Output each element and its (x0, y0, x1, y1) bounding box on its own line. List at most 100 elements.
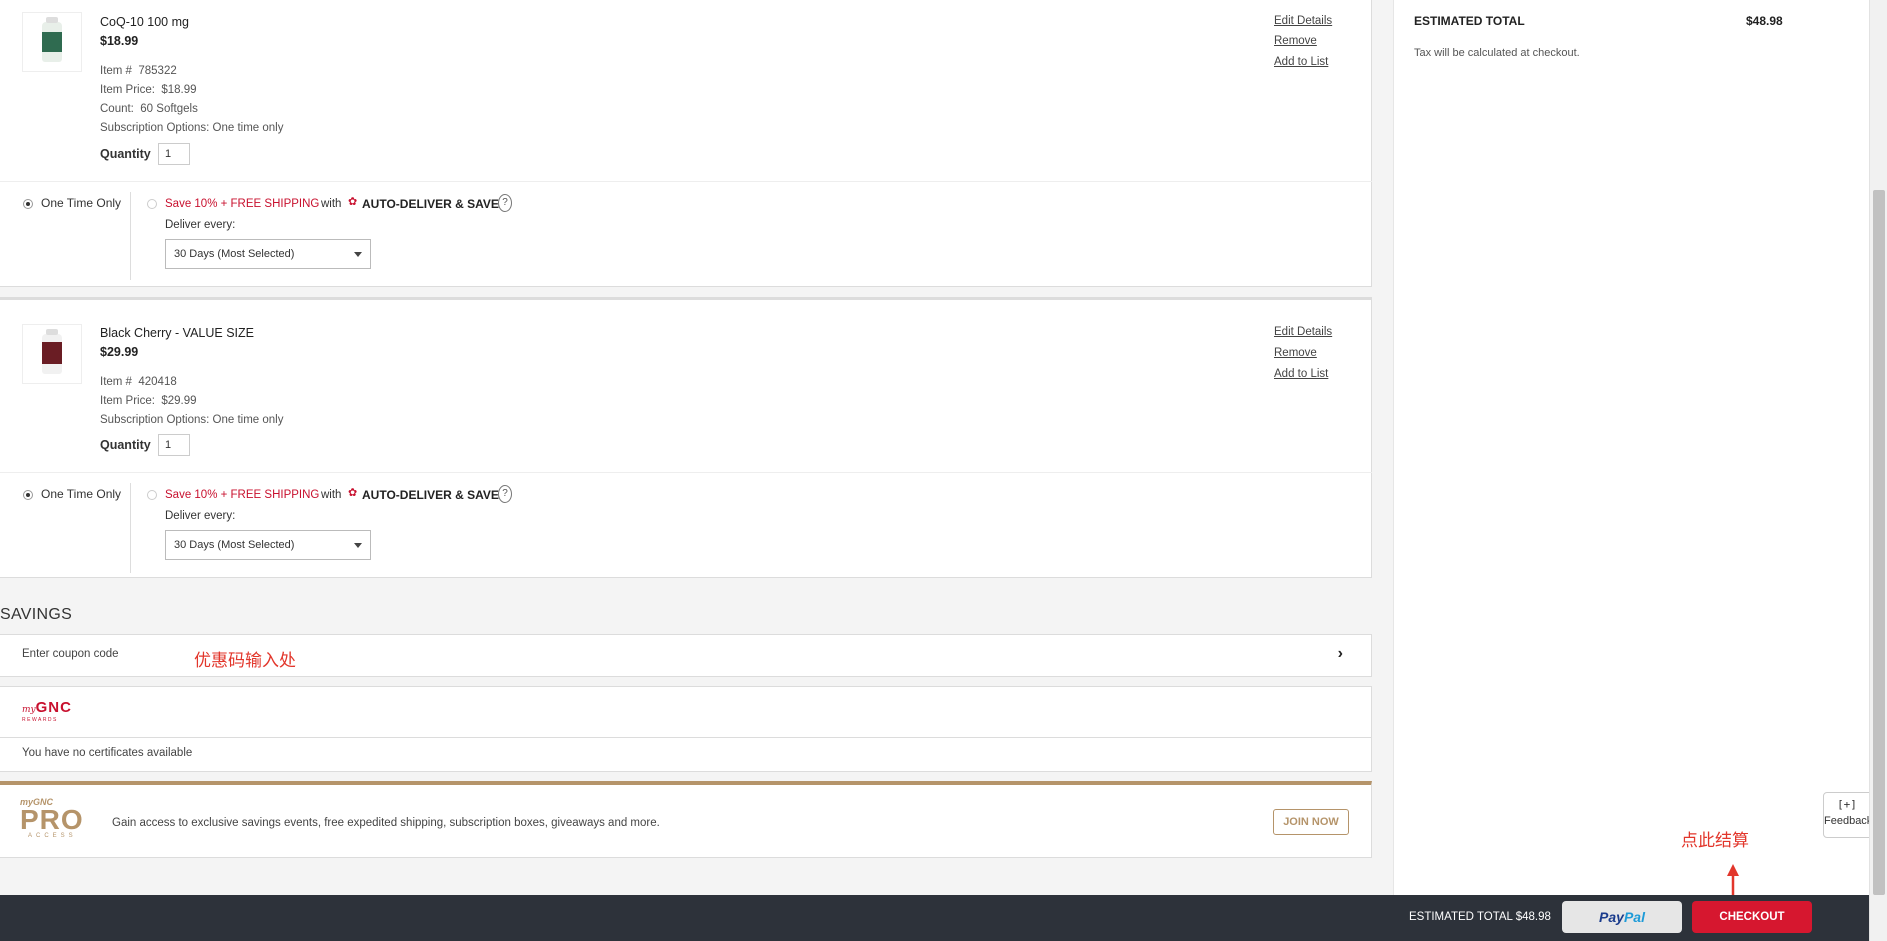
subscription-options: Subscription Options: One time only (100, 122, 283, 134)
quantity-input[interactable]: 1 (158, 143, 190, 165)
item-number-label: Item # (100, 376, 132, 388)
checkout-annotation: 点此结算 (1681, 831, 1749, 851)
bottle-icon (42, 17, 62, 62)
auto-deliver-radio[interactable] (147, 199, 157, 209)
subscription-label: Subscription Options: (100, 122, 210, 134)
item-price: Item Price: $29.99 (100, 395, 197, 407)
checkout-button[interactable]: CHECKOUT (1692, 901, 1812, 933)
dropdown-arrow-icon (354, 543, 362, 548)
product-image[interactable] (22, 324, 82, 384)
subscription-options: Subscription Options: One time only (100, 414, 283, 426)
item-price: Item Price: $18.99 (100, 84, 197, 96)
estimated-total-label: ESTIMATED TOTAL (1414, 14, 1525, 28)
option-divider (130, 192, 131, 280)
bottom-estimated-total: ESTIMATED TOTAL $48.98 (1409, 911, 1551, 923)
quantity-label: Quantity (100, 147, 151, 161)
scrollbar-thumb[interactable] (1873, 190, 1885, 895)
item-count: Count: 60 Softgels (100, 103, 198, 115)
pro-access-description: Gain access to exclusive savings events,… (112, 817, 660, 829)
rewards-card: myGNC REWARDS You have no certificates a… (0, 686, 1372, 772)
one-time-radio[interactable] (23, 490, 33, 500)
auto-deliver-save-label: AUTO-DELIVER & SAVE (362, 488, 499, 502)
paypal-logo-pay: Pay (1599, 909, 1624, 925)
expand-icon: [+] (1837, 798, 1857, 811)
add-to-list-link[interactable]: Add to List (1274, 368, 1328, 380)
item-price-label: Item Price: (100, 395, 155, 407)
one-time-radio[interactable] (23, 199, 33, 209)
subscription-value: One time only (212, 122, 284, 134)
help-question-icon[interactable]: ? (498, 194, 512, 212)
one-time-label[interactable]: One Time Only (41, 487, 121, 501)
quantity-input[interactable]: 1 (158, 434, 190, 456)
subscription-option-row: One Time Only Save 10% + FREE SHIPPING w… (0, 181, 1372, 287)
deliver-every-label: Deliver every: (165, 510, 236, 522)
product-name[interactable]: CoQ-10 100 mg (100, 15, 189, 29)
auto-deliver-save-label: AUTO-DELIVER & SAVE (362, 197, 499, 211)
cart-item-card: CoQ-10 100 mg $18.99 Item # 785322 Item … (0, 0, 1372, 287)
pro-logo-word: PRO (20, 804, 84, 835)
mygnc-rewards-logo: myGNC REWARDS (22, 699, 72, 723)
savings-heading: SAVINGS (0, 606, 73, 623)
logo-my-text: my (22, 705, 36, 715)
subscription-value: One time only (212, 414, 284, 426)
subscription-option-row: One Time Only Save 10% + FREE SHIPPING w… (0, 472, 1372, 580)
vertical-scrollbar[interactable] (1869, 0, 1887, 941)
product-name[interactable]: Black Cherry - VALUE SIZE (100, 326, 254, 340)
item-price-label: Item Price: (100, 84, 155, 96)
product-price: $18.99 (100, 34, 139, 48)
rewards-divider (0, 737, 1372, 738)
product-image[interactable] (22, 12, 82, 72)
product-price: $29.99 (100, 345, 139, 359)
no-certificates-text: You have no certificates available (22, 747, 193, 759)
estimated-total-value: $48.98 (1746, 14, 1783, 28)
deliver-every-label: Deliver every: (165, 219, 236, 231)
feedback-label: Feedback (1824, 815, 1871, 827)
deliver-every-select[interactable]: 30 Days (Most Selected) (165, 239, 371, 269)
chevron-right-icon[interactable]: › (1338, 645, 1343, 663)
sticky-checkout-bar: ESTIMATED TOTAL $48.98 PayPal CHECKOUT (0, 895, 1869, 941)
auto-deliver-gear-icon: ✿ (348, 196, 358, 208)
deliver-every-select[interactable]: 30 Days (Most Selected) (165, 530, 371, 560)
paypal-logo-pal: Pal (1623, 909, 1645, 925)
pro-logo-access: ACCESS (28, 833, 77, 839)
item-number-value: 785322 (138, 65, 177, 77)
item-price-value: $29.99 (161, 395, 197, 407)
quantity-label: Quantity (100, 438, 151, 452)
item-count-value: 60 Softgels (140, 103, 198, 115)
item-price-value: $18.99 (161, 84, 197, 96)
remove-link[interactable]: Remove (1274, 347, 1317, 359)
save-offer-text[interactable]: Save 10% + FREE SHIPPING (165, 198, 319, 210)
feedback-tab[interactable]: [+] Feedback (1823, 792, 1871, 838)
option-divider (130, 483, 131, 573)
pro-access-logo: myGNC PRO ACCESS (20, 797, 84, 839)
one-time-label[interactable]: One Time Only (41, 196, 121, 210)
coupon-placeholder: Enter coupon code (22, 648, 119, 660)
item-number: Item # 785322 (100, 65, 177, 77)
order-summary-sidebar: ESTIMATED TOTAL $48.98 Tax will be calcu… (1393, 0, 1865, 895)
add-to-list-link[interactable]: Add to List (1274, 56, 1328, 68)
tax-note: Tax will be calculated at checkout. (1414, 47, 1580, 59)
edit-details-link[interactable]: Edit Details (1274, 326, 1332, 338)
remove-link[interactable]: Remove (1274, 35, 1317, 47)
item-number: Item # 420418 (100, 376, 177, 388)
deliver-every-value: 30 Days (Most Selected) (174, 248, 295, 260)
pro-access-card: myGNC PRO ACCESS Gain access to exclusiv… (0, 781, 1372, 858)
subscription-label: Subscription Options: (100, 414, 210, 426)
item-number-label: Item # (100, 65, 132, 77)
help-question-icon[interactable]: ? (498, 485, 512, 503)
save-offer-text[interactable]: Save 10% + FREE SHIPPING (165, 489, 319, 501)
auto-deliver-gear-icon: ✿ (348, 487, 358, 499)
edit-details-link[interactable]: Edit Details (1274, 15, 1332, 27)
dropdown-arrow-icon (354, 252, 362, 257)
logo-gnc-text: GNC (35, 699, 72, 716)
auto-deliver-radio[interactable] (147, 490, 157, 500)
join-now-button[interactable]: JOIN NOW (1273, 809, 1349, 835)
cart-item-card: Black Cherry - VALUE SIZE $29.99 Item # … (0, 297, 1372, 578)
logo-rewards-text: REWARDS (22, 717, 58, 723)
item-count-label: Count: (100, 103, 134, 115)
paypal-button[interactable]: PayPal (1562, 901, 1682, 933)
deliver-every-value: 30 Days (Most Selected) (174, 539, 295, 551)
with-text: with (321, 198, 342, 210)
item-number-value: 420418 (138, 376, 177, 388)
bottle-icon (42, 329, 62, 374)
